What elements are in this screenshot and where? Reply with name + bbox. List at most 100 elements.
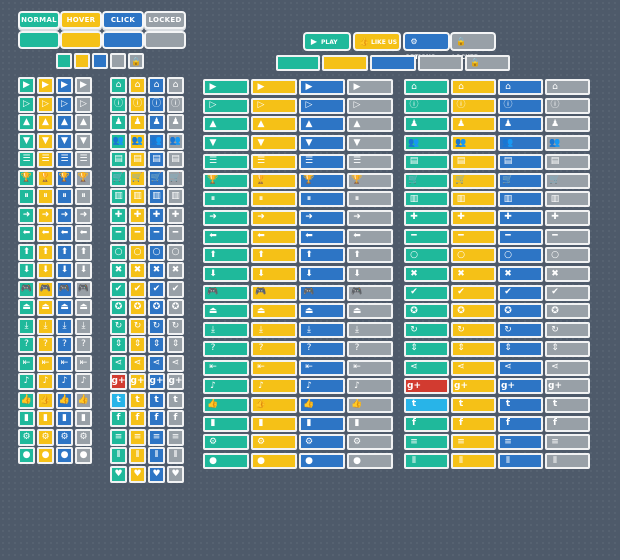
coin-button[interactable]: ● [18,447,35,464]
download-button[interactable]: ⤓ [203,322,249,339]
download-button[interactable]: ⤓ [18,317,35,335]
coin-button[interactable]: ● [251,453,297,469]
triangle-down-button[interactable]: ▼ [251,135,297,152]
menu-button[interactable]: ≡ [167,428,184,446]
music-button[interactable]: ♪ [299,378,345,395]
thumbs-up-button[interactable]: 👍 [347,396,393,413]
twitter-button[interactable]: t [110,391,127,409]
share-button[interactable]: ⋖ [498,359,543,376]
pause-button[interactable]: ⏸ [18,188,35,205]
users-button[interactable]: 👥 [545,135,590,152]
chart-button[interactable]: ▮ [75,410,92,427]
menu-button[interactable]: ≡ [148,428,165,446]
arrow-right-button[interactable]: ➜ [75,206,92,224]
info-button[interactable]: ⓘ [545,97,590,114]
arrow-right-button[interactable]: ➜ [251,209,297,226]
arrow-down-button[interactable]: ⬇ [18,262,35,279]
gamepad-button[interactable]: 🎮 [347,284,393,301]
music-button[interactable]: ♪ [251,378,297,395]
trophy-button[interactable]: 🏆 [37,169,54,187]
info-button[interactable]: ⓘ [404,97,449,114]
minus-button[interactable]: ━ [110,225,127,242]
download-button[interactable]: ⤓ [347,322,393,339]
plus-button[interactable]: ✚ [545,209,590,226]
export-button[interactable]: ⏏ [251,303,297,320]
circle-button[interactable]: ○ [498,247,543,264]
triangle-down-button[interactable]: ▼ [56,132,73,150]
arrow-right-button[interactable]: ➜ [37,206,54,224]
export-button[interactable]: ⏏ [56,299,73,316]
document-button[interactable]: ▤ [129,151,146,168]
columns-button[interactable]: ⦀ [110,447,127,464]
user-button[interactable]: ♟ [498,116,543,133]
user-button[interactable]: ♟ [545,116,590,133]
play-button[interactable]: ▶ [18,77,35,94]
eject-button[interactable]: ▲ [347,116,393,133]
chart-button[interactable]: ▮ [251,415,297,432]
exit-button[interactable]: ⇤ [203,359,249,376]
columns-button[interactable]: ⦀ [451,453,496,469]
export-button[interactable]: ⏏ [299,303,345,320]
refresh-button[interactable]: ↻ [110,317,127,335]
arrow-left-button[interactable]: ⬅ [75,225,92,242]
play-button[interactable]: ▶ [347,79,393,95]
twitter-button[interactable]: t [129,391,146,409]
play-button[interactable]: ▶ [203,79,249,95]
arrow-down-button[interactable]: ⬇ [56,262,73,279]
help-button[interactable]: ? [203,340,249,357]
chart-button[interactable]: ▮ [56,410,73,427]
help-button[interactable]: ? [251,340,297,357]
help-button[interactable]: ? [75,336,92,353]
sort-button[interactable]: ⇕ [110,336,127,353]
thumbs-up-button[interactable]: 👍 [18,391,35,409]
minus-button[interactable]: ━ [148,225,165,242]
google-plus-button[interactable]: g+ [148,373,165,390]
share-button[interactable]: ⋖ [451,359,496,376]
check-button[interactable]: ✔ [167,280,184,298]
gear-button[interactable]: ⚙ [251,434,297,451]
close-button[interactable]: ✖ [148,262,165,279]
eject-button[interactable]: ▲ [251,116,297,133]
award-button[interactable]: ✪ [404,303,449,320]
twitter-button[interactable]: t [404,396,449,413]
arrow-up-button[interactable]: ⬆ [299,247,345,264]
chart-button[interactable]: ▮ [347,415,393,432]
export-button[interactable]: ⏏ [37,299,54,316]
columns-button[interactable]: ⦀ [129,447,146,464]
menu-button[interactable]: ≡ [404,434,449,451]
arrow-left-button[interactable]: ⬅ [251,228,297,245]
like-us-button[interactable]: 👍 LIKE US [355,34,399,49]
exit-button[interactable]: ⇤ [37,354,54,372]
refresh-button[interactable]: ↻ [148,317,165,335]
arrow-right-button[interactable]: ➜ [18,206,35,224]
user-button[interactable]: ♟ [167,114,184,131]
coin-button[interactable]: ● [56,447,73,464]
document-button[interactable]: ▤ [545,153,590,170]
home-button[interactable]: ⌂ [545,79,590,95]
gamepad-button[interactable]: 🎮 [18,280,35,298]
close-button[interactable]: ✖ [167,262,184,279]
user-button[interactable]: ♟ [451,116,496,133]
arrow-right-button[interactable]: ➜ [299,209,345,226]
eject-button[interactable]: ▲ [75,114,92,131]
plus-button[interactable]: ✚ [148,206,165,224]
google-plus-button[interactable]: g+ [129,373,146,390]
refresh-button[interactable]: ↻ [545,322,590,339]
gear-button[interactable]: ⚙ [37,428,54,446]
eject-button[interactable]: ▲ [203,116,249,133]
triangle-down-button[interactable]: ▼ [18,132,35,150]
bars-button[interactable]: ▥ [148,188,165,205]
cart-button[interactable]: 🛒 [129,169,146,187]
trophy-button[interactable]: 🏆 [299,172,345,189]
options-button[interactable]: ⚙OPTIONS [405,34,448,61]
coin-button[interactable]: ● [75,447,92,464]
award-button[interactable]: ✪ [148,299,165,316]
exit-button[interactable]: ⇤ [75,354,92,372]
chart-button[interactable]: ▮ [299,415,345,432]
download-button[interactable]: ⤓ [37,317,54,335]
user-button[interactable]: ♟ [404,116,449,133]
trophy-button[interactable]: 🏆 [251,172,297,189]
coin-button[interactable]: ● [203,453,249,469]
menu-button[interactable]: ≡ [451,434,496,451]
share-button[interactable]: ⋖ [404,359,449,376]
